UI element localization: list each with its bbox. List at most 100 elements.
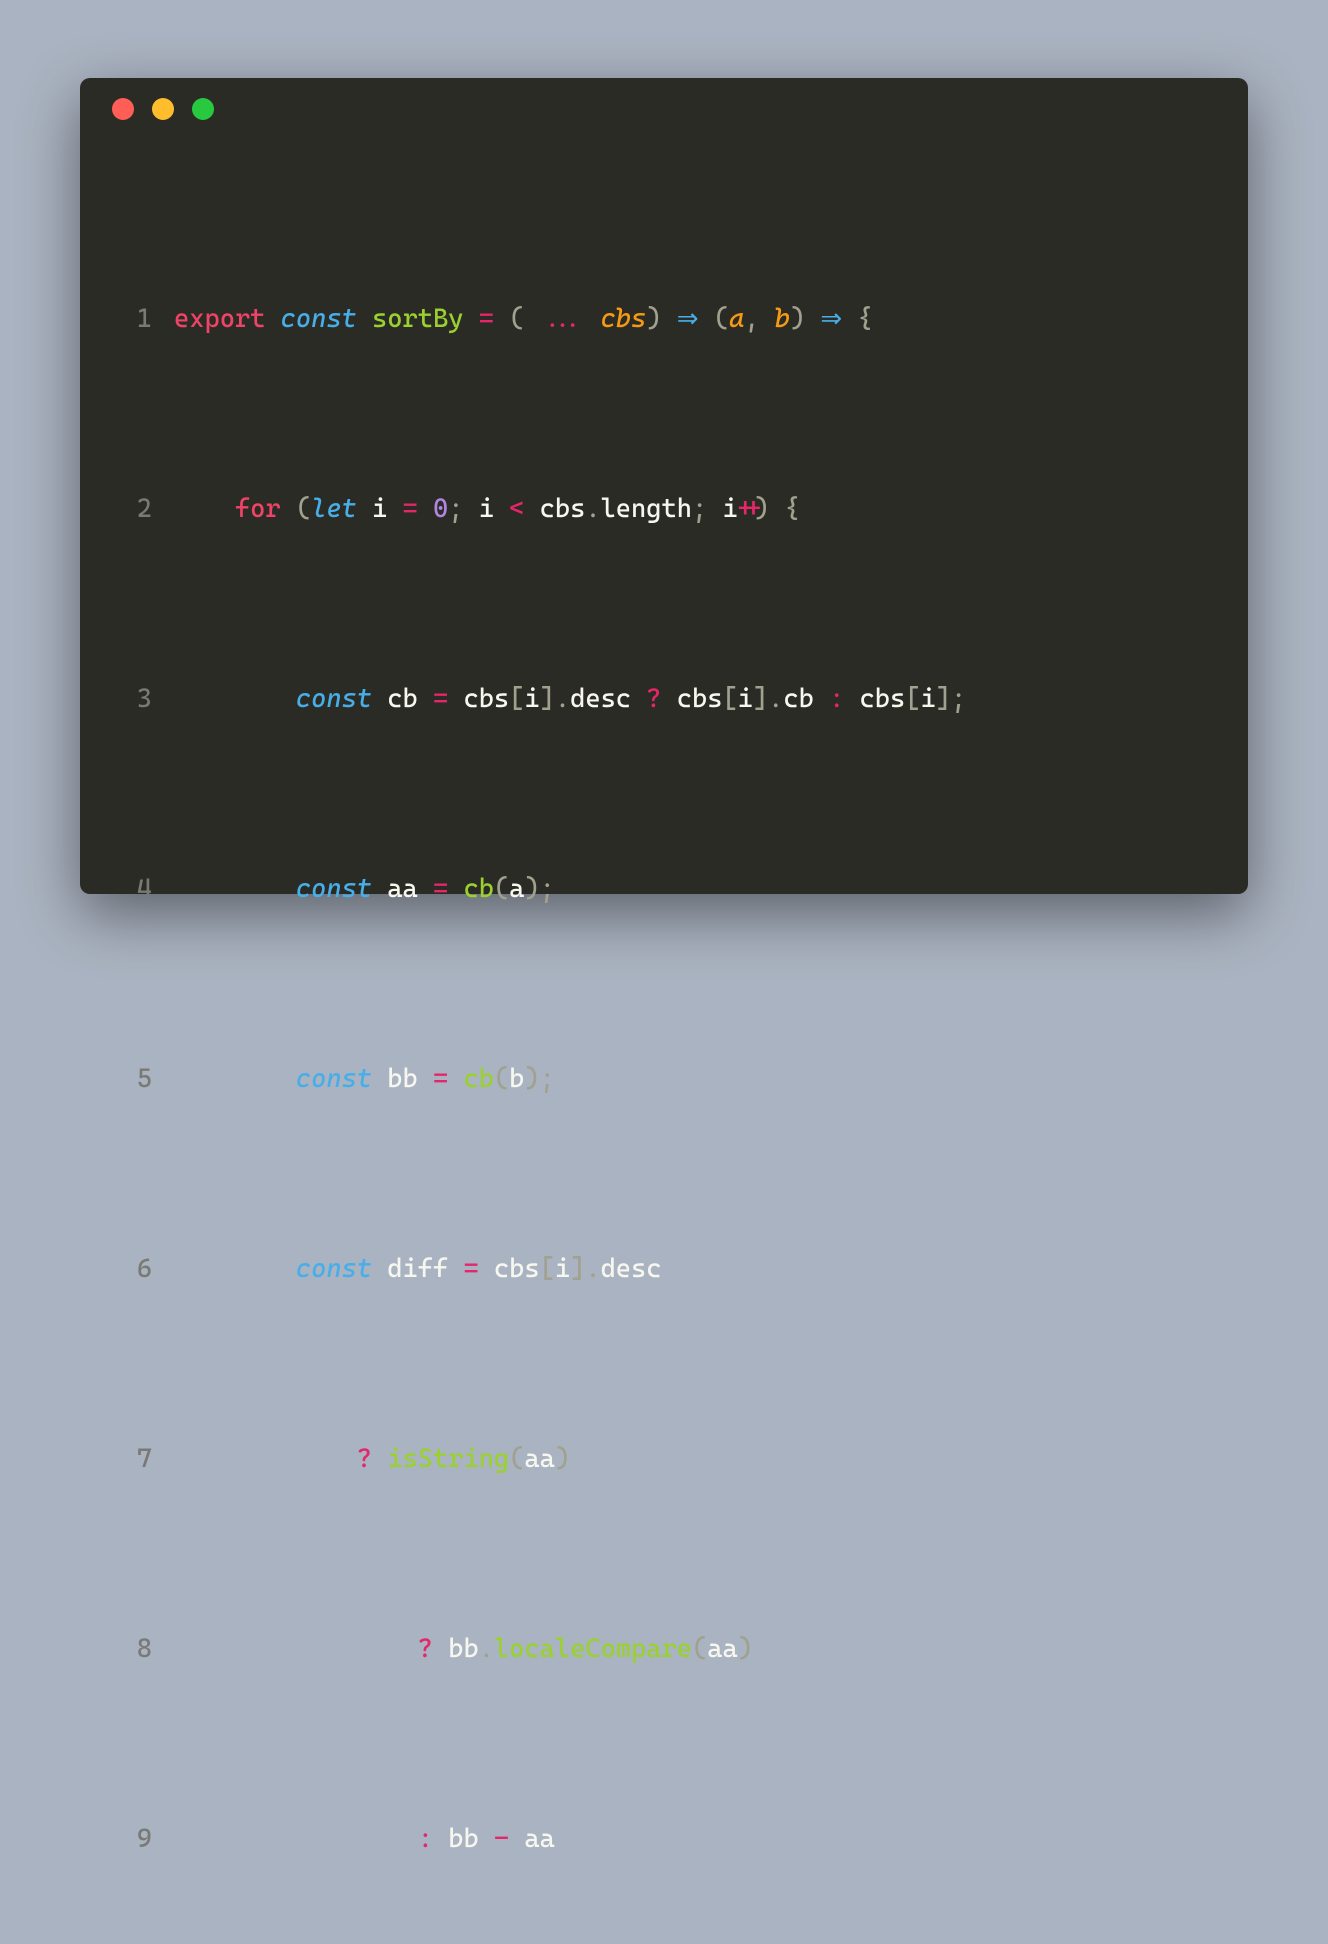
code-window: 1export const sortBy = ( ... cbs) ⇒ (a, … — [80, 78, 1248, 894]
bracket-close: ] — [540, 684, 555, 714]
minimize-icon[interactable] — [152, 98, 174, 120]
code-line: 3 const cb = cbs[i].desc ? cbs[i].cb : c… — [112, 680, 1248, 718]
op-ternary-q: ? — [646, 684, 661, 714]
semi: ; — [540, 1064, 555, 1094]
op-colon: : — [418, 1824, 433, 1854]
paren-close: ) — [555, 1444, 570, 1474]
kw-const: const — [296, 1064, 372, 1094]
op-colon: : — [829, 684, 844, 714]
bracket-close: ] — [753, 684, 768, 714]
id-i: i — [722, 494, 737, 524]
kw-let: let — [311, 494, 357, 524]
semi: ; — [448, 494, 463, 524]
paren-close: ) — [790, 304, 805, 334]
id-length: length — [601, 494, 692, 524]
id-bb: bb — [448, 1824, 478, 1854]
maximize-icon[interactable] — [192, 98, 214, 120]
id-bb: bb — [387, 1064, 417, 1094]
brace-open: { — [785, 494, 800, 524]
id-a: a — [509, 874, 524, 904]
id-i: i — [738, 684, 753, 714]
id-desc: desc — [570, 684, 631, 714]
id-cb: cb — [387, 684, 417, 714]
fn-isstring: isString — [387, 1444, 509, 1474]
kw-for: for — [235, 494, 281, 524]
param-a: a — [729, 304, 744, 334]
line-number: 4 — [112, 870, 152, 908]
close-icon[interactable] — [112, 98, 134, 120]
kw-export: export — [174, 304, 265, 334]
line-number: 6 — [112, 1250, 152, 1288]
bracket-open: [ — [509, 684, 524, 714]
brace-open: { — [857, 304, 872, 334]
line-number: 3 — [112, 680, 152, 718]
code-line: 5 const bb = cb(b); — [112, 1060, 1248, 1098]
param-cbs: cbs — [601, 304, 647, 334]
dot: . — [479, 1634, 494, 1664]
semi: ; — [951, 684, 966, 714]
paren-close: ) — [754, 494, 769, 524]
code-line: 1export const sortBy = ( ... cbs) ⇒ (a, … — [112, 300, 1248, 338]
kw-const: const — [296, 1254, 372, 1284]
bracket-close: ] — [570, 1254, 585, 1284]
id-i: i — [524, 684, 539, 714]
id-i: i — [555, 1254, 570, 1284]
paren-close: ) — [646, 304, 661, 334]
paren-open: ( — [509, 1444, 524, 1474]
code-line: 7 ? isString(aa) — [112, 1440, 1248, 1478]
id-diff: diff — [387, 1254, 448, 1284]
fn-sortby: sortBy — [372, 304, 463, 334]
op-eq: = — [433, 684, 448, 714]
code-block: 1export const sortBy = ( ... cbs) ⇒ (a, … — [80, 148, 1248, 1944]
id-i: i — [920, 684, 935, 714]
id-cbs: cbs — [463, 684, 509, 714]
id-bb: bb — [448, 1634, 478, 1664]
kw-const: const — [281, 304, 357, 334]
op-eq: = — [479, 304, 494, 334]
code-line: 8 ? bb.localeCompare(aa) — [112, 1630, 1248, 1668]
line-number: 8 — [112, 1630, 152, 1668]
param-b: b — [775, 304, 790, 334]
paren-open: ( — [509, 304, 524, 334]
op-eq: = — [463, 1254, 478, 1284]
dot: . — [585, 1254, 600, 1284]
line-number: 9 — [112, 1820, 152, 1858]
paren-close: ) — [738, 1634, 753, 1664]
id-aa: aa — [524, 1444, 554, 1474]
fn-cb: cb — [463, 1064, 493, 1094]
bracket-open: [ — [722, 684, 737, 714]
paren-close: ) — [524, 1064, 539, 1094]
dot: . — [555, 684, 570, 714]
op-ternary-q: ? — [418, 1634, 433, 1664]
window-traffic-lights — [80, 98, 1248, 148]
op-eq: = — [433, 1064, 448, 1094]
semi: ; — [540, 874, 555, 904]
num-zero: 0 — [433, 494, 448, 524]
op-ternary-q: ? — [357, 1444, 372, 1474]
kw-const: const — [296, 684, 372, 714]
id-cbs: cbs — [677, 684, 723, 714]
fn-localecompare: localeCompare — [494, 1634, 692, 1664]
id-aa: aa — [524, 1824, 554, 1854]
op-eq: = — [433, 874, 448, 904]
id-i: i — [372, 494, 387, 524]
comma: , — [744, 304, 759, 334]
op-lt: < — [509, 494, 524, 524]
line-number: 2 — [112, 490, 152, 528]
paren-open: ( — [494, 1064, 509, 1094]
kw-const: const — [296, 874, 372, 904]
paren-open: ( — [296, 494, 311, 524]
id-aa: aa — [707, 1634, 737, 1664]
op-minus: - — [494, 1824, 509, 1854]
id-cbs: cbs — [494, 1254, 540, 1284]
id-i: i — [479, 494, 494, 524]
op-increment: ++ — [738, 494, 754, 524]
id-aa: aa — [387, 874, 417, 904]
bracket-open: [ — [540, 1254, 555, 1284]
spread-op: ... — [540, 304, 586, 334]
paren-close: ) — [524, 874, 539, 904]
id-desc: desc — [601, 1254, 662, 1284]
paren-open: ( — [692, 1634, 707, 1664]
arrow-icon: ⇒ — [677, 304, 699, 334]
id-cbs: cbs — [860, 684, 906, 714]
